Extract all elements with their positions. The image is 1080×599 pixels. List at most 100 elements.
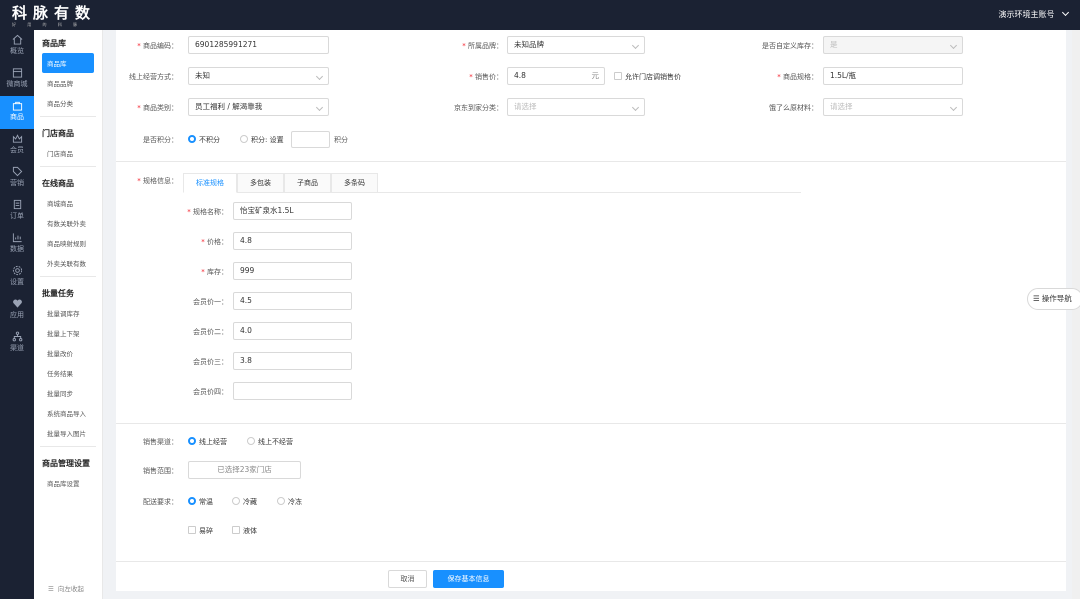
radio-dot bbox=[247, 437, 255, 445]
gear-icon bbox=[12, 265, 22, 276]
spec-price-label: * 价格： bbox=[201, 238, 228, 246]
sub-item-batch-price[interactable]: 批量改价 bbox=[34, 343, 102, 363]
sub-item-batch-stock[interactable]: 批量调库存 bbox=[34, 303, 102, 323]
nav-item-data[interactable]: 数据 bbox=[0, 228, 34, 261]
store-icon bbox=[12, 68, 22, 78]
group-title: 商品库 bbox=[42, 39, 66, 48]
sub-item-mall-goods[interactable]: 商城商品 bbox=[34, 193, 102, 213]
operation-guide-button[interactable]: ☰ 操作导航 bbox=[1027, 288, 1080, 310]
category-label: * 商品类别： bbox=[137, 104, 178, 112]
divider bbox=[40, 446, 96, 447]
sub-item-store-goods[interactable]: 门店商品 bbox=[34, 143, 102, 163]
channel-label: 销售渠道： bbox=[143, 438, 178, 446]
sub-item-takeout-reverse[interactable]: 外卖关联有数 bbox=[34, 253, 102, 273]
divider bbox=[116, 561, 1066, 562]
sub-item-mapping-rules[interactable]: 商品映射规则 bbox=[34, 233, 102, 253]
sub-item-takeout-link[interactable]: 有数关联外卖 bbox=[34, 213, 102, 233]
scope-button[interactable]: 已选择23家门店 bbox=[188, 461, 301, 479]
tab-sub-goods[interactable]: 子商品 bbox=[284, 173, 331, 193]
radio-dot bbox=[240, 135, 248, 143]
points-set-radio[interactable]: 积分: 设置 bbox=[240, 135, 284, 145]
sub-item-brands[interactable]: 商品品牌 bbox=[34, 73, 102, 93]
tab-multi-pack[interactable]: 多包装 bbox=[237, 173, 284, 193]
price-label: * 销售价： bbox=[469, 73, 503, 81]
price-suffix: 元 bbox=[591, 71, 600, 80]
nav-label: 渠道 bbox=[10, 344, 24, 352]
member-price-3-label: 会员价三： bbox=[193, 358, 228, 366]
chevron-down-icon bbox=[949, 41, 958, 50]
tab-standard-spec[interactable]: 标准规格 bbox=[183, 173, 237, 193]
spec-info-label: * 规格信息： bbox=[137, 177, 178, 185]
main-form: * 商品编码： 6901285991271 * 所属品牌： 未知品牌 是否自定义… bbox=[116, 30, 1066, 591]
nav-item-channels[interactable]: 渠道 bbox=[0, 327, 34, 360]
points-none-radio[interactable]: 不积分 bbox=[188, 135, 220, 145]
category-select[interactable]: 员工福利 / 解渴靠我 bbox=[188, 98, 329, 116]
sub-item-categories[interactable]: 商品分类 bbox=[34, 93, 102, 113]
brand-select[interactable]: 未知品牌 bbox=[507, 36, 645, 54]
spec-stock-input[interactable]: 999 bbox=[233, 262, 352, 280]
sub-item-system-import[interactable]: 系统商品导入 bbox=[34, 403, 102, 423]
member-price-1-input[interactable]: 4.5 bbox=[233, 292, 352, 310]
allow-store-price-checkbox[interactable]: 允许门店调销售价 bbox=[614, 72, 681, 82]
nav-item-orders[interactable]: 订单 bbox=[0, 195, 34, 228]
sub-item-batch-sync[interactable]: 批量同步 bbox=[34, 383, 102, 403]
nav-item-member[interactable]: 会员 bbox=[0, 129, 34, 162]
spec-name-input[interactable]: 怡宝矿泉水1.5L bbox=[233, 202, 352, 220]
collapse-button[interactable]: ☰ 向左收起 bbox=[48, 583, 84, 593]
brand-label: * 所属品牌： bbox=[462, 42, 503, 50]
spec-input[interactable]: 1.5L/瓶 bbox=[823, 67, 963, 85]
heart-icon bbox=[12, 299, 22, 308]
nav-item-apps[interactable]: 应用 bbox=[0, 294, 34, 327]
online-mode-select[interactable]: 未知 bbox=[188, 67, 329, 85]
divider bbox=[116, 161, 1066, 162]
nav-label: 营销 bbox=[10, 179, 24, 187]
barcode-input[interactable]: 6901285991271 bbox=[188, 36, 329, 54]
sub-item-task-results[interactable]: 任务结果 bbox=[34, 363, 102, 383]
fragile-checkbox[interactable]: 易碎 bbox=[188, 526, 213, 536]
home-icon bbox=[12, 34, 22, 45]
tag-icon bbox=[12, 166, 22, 177]
eleme-select[interactable]: 请选择 bbox=[823, 98, 963, 116]
save-button[interactable]: 保存基本信息 bbox=[433, 570, 504, 588]
nav-label: 微商城 bbox=[6, 80, 28, 88]
price-input[interactable]: 4.8 元 bbox=[507, 67, 605, 85]
points-input[interactable] bbox=[291, 131, 330, 148]
member-price-4-input[interactable] bbox=[233, 382, 352, 400]
tab-multi-barcode[interactable]: 多条码 bbox=[331, 173, 378, 193]
channel-offline-radio[interactable]: 线上不经营 bbox=[247, 437, 293, 447]
jd-category-label: 京东到家分类： bbox=[454, 104, 503, 112]
nav-item-overview[interactable]: 概览 bbox=[0, 30, 34, 63]
nav-item-mall[interactable]: 微商城 bbox=[0, 63, 34, 96]
scrollbar[interactable] bbox=[1072, 30, 1080, 599]
jd-category-select[interactable]: 请选择 bbox=[507, 98, 645, 116]
sub-item-library-settings[interactable]: 商品库设置 bbox=[34, 473, 102, 493]
nav-item-settings[interactable]: 设置 bbox=[0, 261, 34, 294]
nav-label: 订单 bbox=[10, 212, 24, 220]
chevron-down-icon bbox=[631, 103, 640, 112]
checkbox-box bbox=[188, 526, 196, 534]
sub-item-image-import[interactable]: 批量导入图片 bbox=[34, 423, 102, 443]
top-bar: 科脉有数 好 用 的 科 脉 演示环境主账号 bbox=[0, 0, 1080, 30]
nav-item-marketing[interactable]: 营销 bbox=[0, 162, 34, 195]
custom-stock-select[interactable]: 是 bbox=[823, 36, 963, 54]
account-menu[interactable]: 演示环境主账号 bbox=[998, 8, 1070, 20]
secondary-nav: 商品库 商品库 商品品牌 商品分类 门店商品 门店商品 在线商品 商城商品 有数… bbox=[34, 30, 103, 599]
brand-logo[interactable]: 科脉有数 好 用 的 科 脉 bbox=[12, 2, 96, 28]
channel-online-radio[interactable]: 线上经营 bbox=[188, 437, 227, 447]
spec-stock-label: * 库存： bbox=[201, 268, 228, 276]
sub-item-batch-shelf[interactable]: 批量上下架 bbox=[34, 323, 102, 343]
member-price-2-input[interactable]: 4.0 bbox=[233, 322, 352, 340]
crown-icon bbox=[12, 134, 22, 143]
delivery-frozen-radio[interactable]: 冷冻 bbox=[277, 497, 302, 507]
nav-label: 概览 bbox=[10, 47, 24, 55]
delivery-normal-radio[interactable]: 常温 bbox=[188, 497, 213, 507]
nav-item-goods[interactable]: 商品 bbox=[0, 96, 34, 129]
liquid-checkbox[interactable]: 液体 bbox=[232, 526, 257, 536]
cancel-button[interactable]: 取消 bbox=[388, 570, 427, 588]
delivery-chilled-radio[interactable]: 冷藏 bbox=[232, 497, 257, 507]
member-price-3-input[interactable]: 3.8 bbox=[233, 352, 352, 370]
group-title: 批量任务 bbox=[42, 289, 74, 298]
member-price-2-label: 会员价二： bbox=[193, 328, 228, 336]
sub-item-goods-library[interactable]: 商品库 bbox=[42, 53, 94, 73]
spec-price-input[interactable]: 4.8 bbox=[233, 232, 352, 250]
